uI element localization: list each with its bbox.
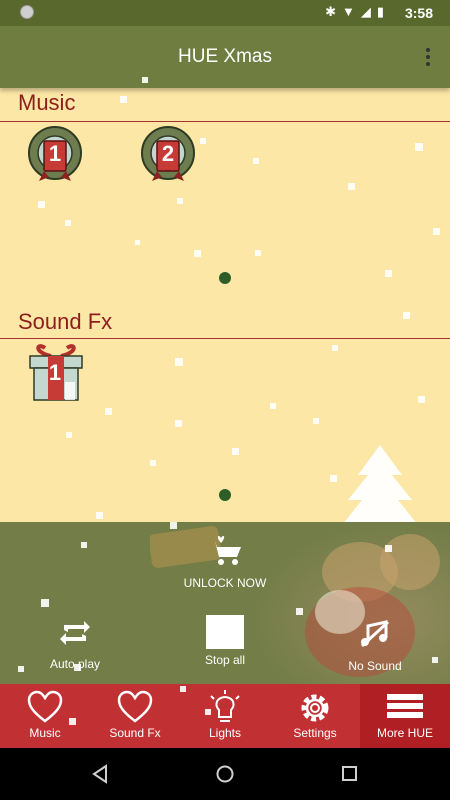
app-bar: HUE Xmas bbox=[0, 26, 450, 88]
tab-sound-fx-label: Sound Fx bbox=[109, 726, 161, 740]
system-nav-bar bbox=[0, 748, 450, 800]
music-item-1-label: 1 bbox=[48, 141, 62, 166]
status-icons: ✱▼◢▮ bbox=[325, 4, 390, 20]
heart-icon bbox=[27, 690, 63, 723]
notification-icon bbox=[20, 5, 34, 19]
music-page-indicator bbox=[219, 272, 231, 284]
stop-icon bbox=[206, 615, 244, 649]
music-item-2[interactable]: 2 bbox=[140, 125, 196, 185]
tab-music[interactable]: Music bbox=[0, 684, 90, 748]
music-section-title: Music bbox=[18, 90, 76, 115]
status-bar: ✱▼◢▮ 3:58 bbox=[0, 0, 450, 26]
overflow-menu-icon[interactable] bbox=[426, 48, 432, 69]
unlock-now-button[interactable]: UNLOCK NOW bbox=[150, 535, 300, 590]
bottom-tab-bar: Music Sound Fx Lights Settings More HUE bbox=[0, 684, 450, 748]
status-time: 3:58 bbox=[404, 5, 433, 21]
lightbulb-icon bbox=[210, 690, 240, 722]
tab-settings-label: Settings bbox=[293, 726, 337, 740]
tab-settings[interactable]: Settings bbox=[270, 684, 360, 748]
repeat-icon bbox=[60, 621, 90, 645]
soundfx-section-title: Sound Fx bbox=[18, 309, 113, 334]
music-item-1[interactable]: 1 bbox=[27, 125, 83, 185]
battery-icon: ▮ bbox=[376, 4, 390, 19]
tab-music-label: Music bbox=[29, 726, 61, 740]
back-icon[interactable] bbox=[91, 764, 109, 784]
soundfx-divider bbox=[0, 338, 450, 339]
soundfx-page-indicator bbox=[219, 489, 231, 501]
tab-lights-label: Lights bbox=[208, 726, 242, 740]
home-icon[interactable] bbox=[215, 764, 235, 784]
hamburger-menu-icon bbox=[387, 694, 423, 718]
signal-icon: ◢ bbox=[360, 4, 377, 19]
cart-icon bbox=[207, 535, 241, 565]
stop-all-button[interactable]: Stop all bbox=[180, 615, 270, 667]
gear-icon bbox=[301, 694, 329, 722]
wifi-icon: ▼ bbox=[341, 4, 361, 19]
unlock-now-label: UNLOCK NOW bbox=[183, 576, 267, 590]
tab-more-hue[interactable]: More HUE bbox=[360, 684, 450, 748]
music-item-2-label: 2 bbox=[161, 141, 175, 166]
mute-music-icon bbox=[360, 620, 390, 648]
music-divider bbox=[0, 121, 450, 122]
heart-icon bbox=[117, 690, 153, 723]
bluetooth-icon: ✱ bbox=[325, 4, 342, 19]
soundfx-item-1[interactable]: 1 bbox=[27, 342, 83, 402]
no-sound-button[interactable]: No Sound bbox=[330, 620, 420, 673]
tab-sound-fx[interactable]: Sound Fx bbox=[90, 684, 180, 748]
stop-all-label: Stop all bbox=[204, 653, 246, 667]
tab-more-hue-label: More HUE bbox=[376, 726, 433, 740]
tab-lights[interactable]: Lights bbox=[180, 684, 270, 748]
recents-icon[interactable] bbox=[341, 764, 359, 784]
app-title: HUE Xmas bbox=[178, 46, 272, 67]
no-sound-label: No Sound bbox=[348, 659, 402, 673]
soundfx-item-1-label: 1 bbox=[48, 360, 62, 385]
